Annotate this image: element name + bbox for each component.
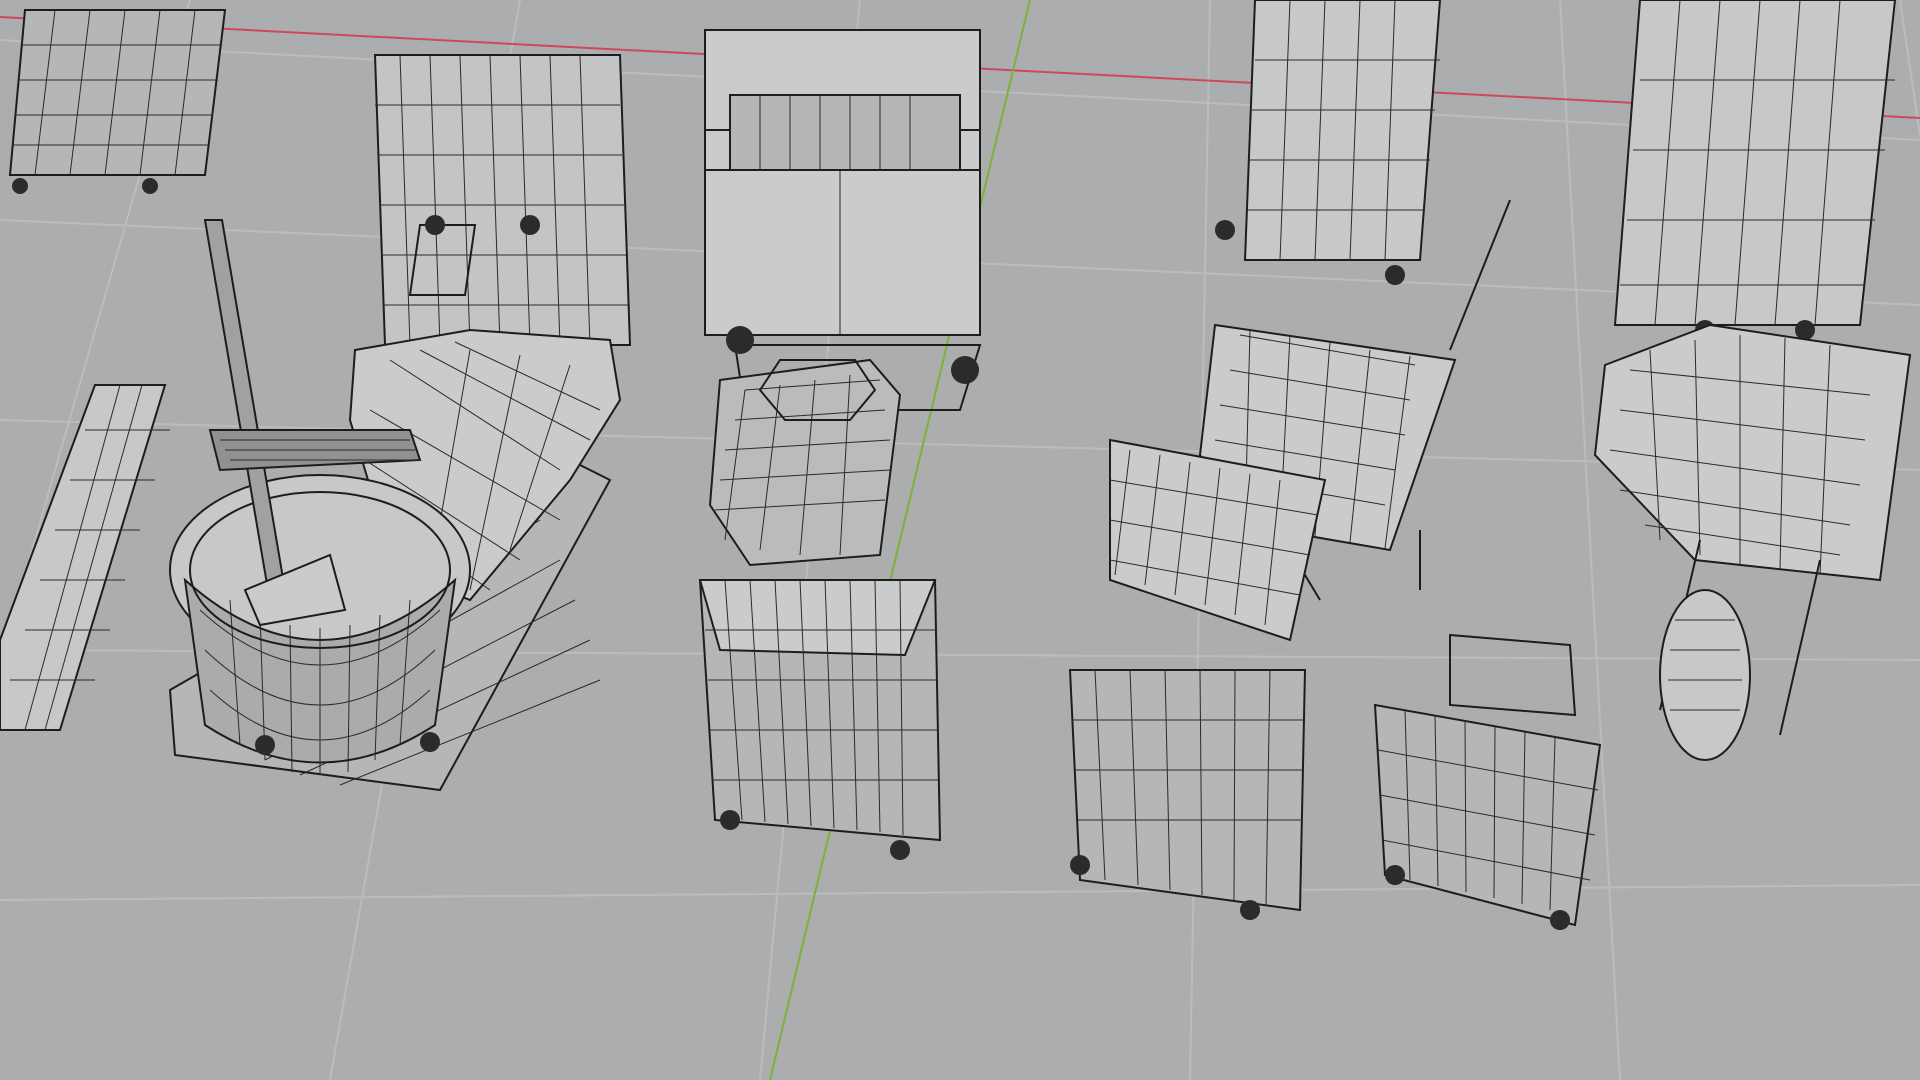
viewport-scene[interactable]	[0, 0, 1920, 1080]
3d-viewport[interactable]	[0, 0, 1920, 1080]
hand-truck-top[interactable]	[373, 54, 632, 346]
crate-cart-closed[interactable]	[698, 579, 942, 860]
folding-trolley-handle[interactable]	[708, 358, 902, 567]
hand-truck-far-right[interactable]	[1613, 0, 1897, 340]
platform-cart-folded[interactable]	[8, 9, 227, 194]
